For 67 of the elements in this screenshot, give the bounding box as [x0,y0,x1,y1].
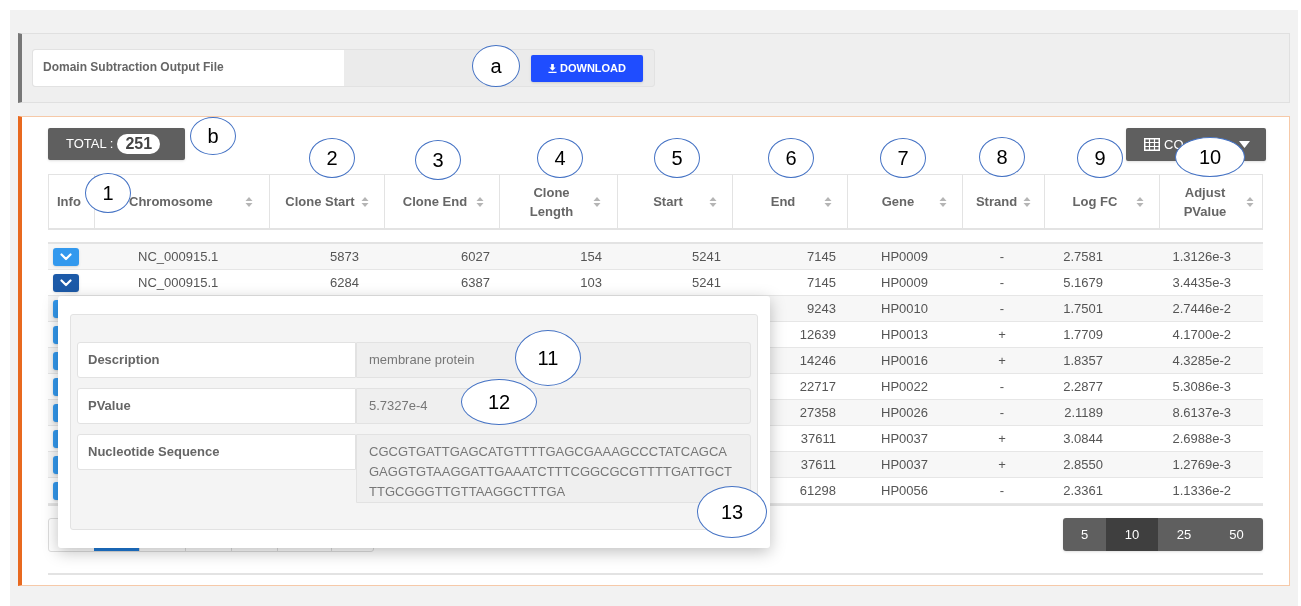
field-label: Description [77,342,356,378]
table-cell-text: - [998,247,1006,266]
table-cell-text: 6284 [329,273,360,292]
table-cell-text: 12639 [798,325,837,344]
table-cell-text: 6027 [460,247,491,266]
table-cell-text: + [997,429,1007,448]
table-cell-text: HP0037 [880,429,929,448]
table-cell-text: HP0056 [880,481,929,500]
table-cell-text: 1.8357 [1062,351,1104,370]
table-cell-text: - [998,299,1006,318]
table-cell-text: 22717 [798,377,837,396]
table-cell-text: 103 [579,273,603,292]
table-cell-text: + [997,351,1007,370]
table-cell-text: 5873 [329,247,360,266]
table-cell-text: 61298 [798,481,837,500]
field-label: PValue [77,388,356,424]
table-cell-text: 7145 [806,247,837,266]
table-cell-text: 6387 [460,273,491,292]
table-cell-text: 4.1700e-2 [1171,325,1232,344]
table-cell-text: 7145 [806,273,837,292]
table-cell-text: 27358 [798,403,837,422]
table-cell-text: 9243 [806,299,837,318]
table-cell-text: HP0009 [880,273,929,292]
table-cell-text: 4.3285e-2 [1171,351,1232,370]
table-cell-text: - [998,377,1006,396]
table-cell-text: HP0026 [880,403,929,422]
table-cell-text: HP0010 [880,299,929,318]
table-cell-text: 5241 [691,273,722,292]
table-cell-text: + [997,455,1007,474]
file-label: Domain Subtraction Output File [33,50,344,86]
table-cell-text: - [998,481,1006,500]
table-cell-text: 14246 [798,351,837,370]
field-value: CGCGTGATTGAGCATGTTTTGAGCGAAAGCCCTATCAGCAGAGGTGTAAGGATTGAAATCTTTCGGCGCGTTTTGATTGCTTTGCGGGTTGTTAAGGCTTTGA [356,434,751,503]
table-cell-text: HP0013 [880,325,929,344]
table-cell-text: 2.7581 [1062,247,1104,266]
table-cell-text: 2.6988e-3 [1171,429,1232,448]
table-cell-text: HP0009 [880,247,929,266]
table-cell-text: 3.4435e-3 [1171,273,1232,292]
table-cell-text: + [997,325,1007,344]
table-cell-text: 37611 [799,455,837,474]
table-cell-text: 1.1336e-2 [1171,481,1232,500]
table-cell-text: 1.7501 [1062,299,1104,318]
table-cell-text: NC_000915.1 [137,247,220,266]
table-cell-text: 1.7709 [1062,325,1104,344]
table-cell-text: 1.2769e-3 [1171,455,1232,474]
table-cell-text: 37611 [799,429,837,448]
table-cell-text: 2.2877 [1062,377,1104,396]
total-count: 251 [117,134,161,154]
field-label: Nucleotide Sequence [77,434,356,470]
total-label: TOTAL : [66,135,114,154]
table-cell-text: 8.6137e-3 [1171,403,1232,422]
table-cell-text: HP0022 [880,377,929,396]
table-cell-text: 5.3086e-3 [1171,377,1232,396]
table-cell-text: 2.3361 [1062,481,1104,500]
table-cell-text: 154 [579,247,603,266]
table-cell-text: 1.3126e-3 [1171,247,1232,266]
table-cell-text: HP0037 [880,455,929,474]
table-cell-text: HP0016 [880,351,929,370]
table-cell-text: 2.7446e-2 [1171,299,1232,318]
table-cell-text: - [998,273,1006,292]
table-cell-text: 5241 [691,247,722,266]
table-cell-text: 2.8550 [1062,455,1104,474]
table-cell-text: NC_000915.1 [137,273,220,292]
table-cell-text: 2.1189 [1063,403,1104,422]
table-cell-text: 5.1679 [1062,273,1104,292]
table-cell-text: - [998,403,1006,422]
table-cell-text: 3.0844 [1062,429,1104,448]
